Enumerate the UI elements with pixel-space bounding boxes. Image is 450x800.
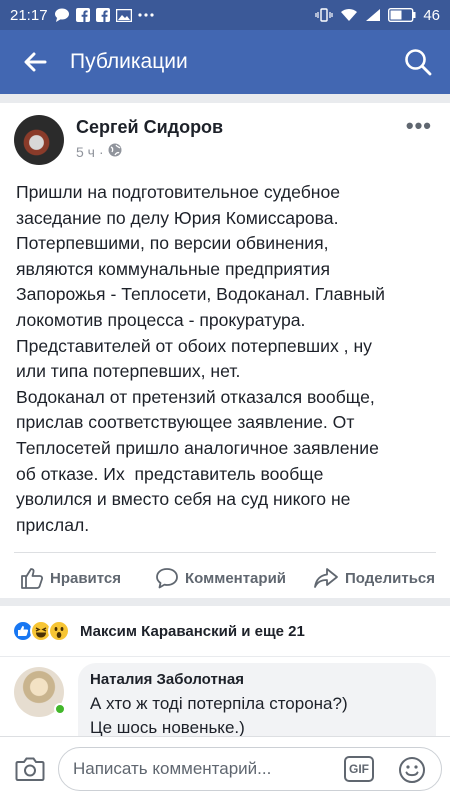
like-label: Нравится xyxy=(50,569,122,587)
camera-icon xyxy=(15,757,45,781)
comment-text: А хто ж тоді потерпіла сторона?) Це шось… xyxy=(90,694,348,736)
search-button[interactable] xyxy=(386,30,450,94)
comment-author-name[interactable]: Наталия Заболотная xyxy=(90,671,424,688)
back-button[interactable] xyxy=(0,30,70,94)
comment-button[interactable]: Комментарий xyxy=(155,567,286,589)
more-options-button[interactable]: ••• xyxy=(406,113,432,139)
post-author-name[interactable]: Сергей Сидоров xyxy=(76,117,223,138)
share-label: Поделиться xyxy=(345,569,436,587)
chat-bubble-icon xyxy=(54,8,70,22)
post-card: Сергей Сидоров 5 ч · ••• Пришли на подго… xyxy=(0,103,450,598)
status-time: 21:17 xyxy=(10,6,48,24)
emoji-button[interactable] xyxy=(397,755,427,785)
dot-separator: · xyxy=(98,143,104,160)
comment-bubble[interactable]: Наталия Заболотная А хто ж тоді потерпіл… xyxy=(78,663,436,736)
post-time[interactable]: 5 ч xyxy=(76,144,95,160)
wow-reaction-icon xyxy=(48,620,70,642)
reactions-text: Максим Караванский и еще 21 xyxy=(80,622,305,640)
section-gap xyxy=(0,598,450,606)
reaction-icons xyxy=(12,620,70,642)
gif-button[interactable]: GIF xyxy=(344,756,374,782)
signal-icon xyxy=(365,8,381,22)
post-text: Пришли на подготовительное судебное засе… xyxy=(16,182,385,535)
comments-section: Наталия Заболотная А хто ж тоді потерпіл… xyxy=(0,656,450,736)
status-bar: 21:17 46 xyxy=(0,0,450,30)
app-bar: Публикации xyxy=(0,30,450,94)
share-icon xyxy=(314,568,338,588)
divider xyxy=(14,552,436,553)
battery-icon xyxy=(388,8,416,22)
page-title: Публикации xyxy=(70,50,188,73)
like-button[interactable]: Нравится xyxy=(20,567,121,589)
smiley-icon xyxy=(399,757,425,783)
comment-label: Комментарий xyxy=(185,569,287,587)
facebook-icon xyxy=(95,8,110,22)
more-dots-icon xyxy=(137,13,154,17)
arrow-left-icon xyxy=(24,52,47,72)
globe-icon xyxy=(108,143,122,160)
online-status-dot xyxy=(54,703,66,715)
post-header: Сергей Сидоров 5 ч · ••• xyxy=(0,103,450,171)
vibrate-icon xyxy=(315,8,333,22)
reactions-summary[interactable]: Максим Караванский и еще 21 xyxy=(0,606,450,656)
camera-button[interactable] xyxy=(14,755,46,783)
search-icon xyxy=(405,49,432,76)
comment-input[interactable] xyxy=(73,748,303,790)
comment-icon xyxy=(156,568,178,589)
wifi-icon xyxy=(340,8,358,22)
avatar[interactable] xyxy=(14,115,64,165)
image-icon xyxy=(115,8,132,22)
post-actions: Нравится Комментарий Поделиться xyxy=(0,558,450,598)
comment-compose-bar: GIF xyxy=(0,736,450,800)
facebook-icon xyxy=(75,8,90,22)
battery-level: 46 xyxy=(423,6,440,24)
comment-input-box: GIF xyxy=(58,747,442,791)
thumbs-up-icon xyxy=(21,568,44,589)
post-meta: 5 ч · xyxy=(76,143,122,160)
share-button[interactable]: Поделиться xyxy=(313,567,435,589)
